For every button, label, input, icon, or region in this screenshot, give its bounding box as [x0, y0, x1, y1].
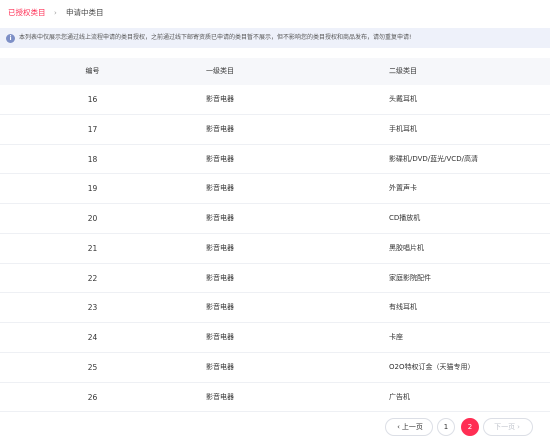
cell-second-category: 头戴耳机	[389, 95, 417, 103]
cell-second-category: 家庭影院配件	[389, 273, 431, 282]
cell-second-category: 广告机	[389, 392, 410, 401]
cell-first-category: 影音电器	[206, 154, 234, 163]
tab-applying-categories[interactable]: 申请中类目	[66, 8, 104, 18]
header-number: 编号	[85, 67, 100, 75]
cell-number: 24	[87, 333, 98, 342]
cell-number: 20	[87, 214, 98, 223]
tab-authorized-categories[interactable]: 已授权类目	[8, 8, 46, 18]
cell-second-category: 外置声卡	[389, 184, 417, 193]
cell-number: 19	[87, 184, 98, 194]
cell-second-category: O2O特权订金（天猫专用）	[389, 362, 475, 371]
cell-first-category: 影音电器	[206, 273, 234, 282]
notice-banner: i 本列表中仅展示您通过线上流程申请的类目授权，之前通过线下邮寄资质已申请的类目…	[0, 28, 550, 48]
prev-page-label: 上一页	[401, 423, 423, 431]
cell-second-category: CD播放机	[389, 214, 421, 222]
table-body: 16 影音电器 头戴耳机 17 影音电器 手机耳机 18 影音电器 影碟机/DVD/蓝光/VCD…	[0, 85, 550, 413]
category-tabs: 已授权类目 › 申请中类目	[0, 0, 550, 24]
cell-number: 16	[87, 95, 98, 104]
next-page-label: 下一页	[494, 423, 516, 431]
cell-number: 25	[87, 362, 98, 372]
cell-second-category: 黑胶唱片机	[389, 243, 424, 252]
table-row: 24 影音电器 卡座	[0, 323, 550, 353]
cell-first-category: 影音电器	[206, 184, 234, 193]
cell-first-category: 影音电器	[206, 392, 234, 401]
table-row: 18 影音电器 影碟机/DVD/蓝光/VCD/高清	[0, 145, 550, 175]
cell-number: 26	[87, 392, 98, 402]
cell-first-category: 影音电器	[206, 95, 234, 103]
chevron-right-icon: ›	[517, 423, 520, 431]
notice-text: 本列表中仅展示您通过线上流程申请的类目授权，之前通过线下邮寄资质已申请的类目暂不…	[19, 34, 412, 41]
table-header: 编号 一级类目 二级类目	[0, 58, 550, 85]
chevron-left-icon: ‹	[397, 423, 400, 431]
table-row: 19 影音电器 外置声卡	[0, 174, 550, 204]
table-row: 25 影音电器 O2O特权订金（天猫专用）	[0, 353, 550, 383]
category-table: 编号 一级类目 二级类目 16 影音电器 头戴耳机 17 影音电器 手机耳机 18 影音电器影…	[0, 58, 550, 413]
table-row: 22 影音电器 家庭影院配件	[0, 264, 550, 294]
table-row: 16 影音电器 头戴耳机	[0, 85, 550, 115]
info-icon: i	[6, 34, 15, 43]
tab-separator: ›	[54, 9, 57, 17]
prev-page-button[interactable]: ‹ 上一页	[385, 418, 433, 436]
table-row: 23 影音电器 有线耳机	[0, 293, 550, 323]
cell-first-category: 影音电器	[206, 333, 234, 341]
table-row: 17 影音电器 手机耳机	[0, 115, 550, 145]
cell-second-category: 影碟机/DVD/蓝光/VCD/高清	[389, 154, 478, 163]
cell-number: 21	[87, 243, 98, 253]
cell-number: 18	[87, 154, 98, 164]
cell-second-category: 卡座	[389, 333, 403, 341]
page-1-button[interactable]: 1	[437, 418, 455, 436]
cell-first-category: 影音电器	[206, 124, 234, 133]
cell-second-category: 手机耳机	[389, 124, 417, 133]
header-first-category: 一级类目	[206, 67, 234, 75]
cell-number: 23	[87, 303, 98, 313]
table-row: 26 影音电器 广告机	[0, 383, 550, 413]
cell-first-category: 影音电器	[206, 214, 234, 222]
cell-first-category: 影音电器	[206, 362, 234, 371]
cell-second-category: 有线耳机	[389, 303, 417, 312]
cell-first-category: 影音电器	[206, 303, 234, 312]
cell-first-category: 影音电器	[206, 243, 234, 252]
table-row: 20 影音电器 CD播放机	[0, 204, 550, 234]
header-second-category: 二级类目	[389, 67, 417, 75]
cell-number: 17	[87, 124, 98, 134]
table-row: 21 影音电器 黑胶唱片机	[0, 234, 550, 264]
cell-number: 22	[87, 273, 98, 283]
page-2-button[interactable]: 2	[461, 418, 479, 436]
next-page-button[interactable]: 下一页 ›	[483, 418, 533, 436]
